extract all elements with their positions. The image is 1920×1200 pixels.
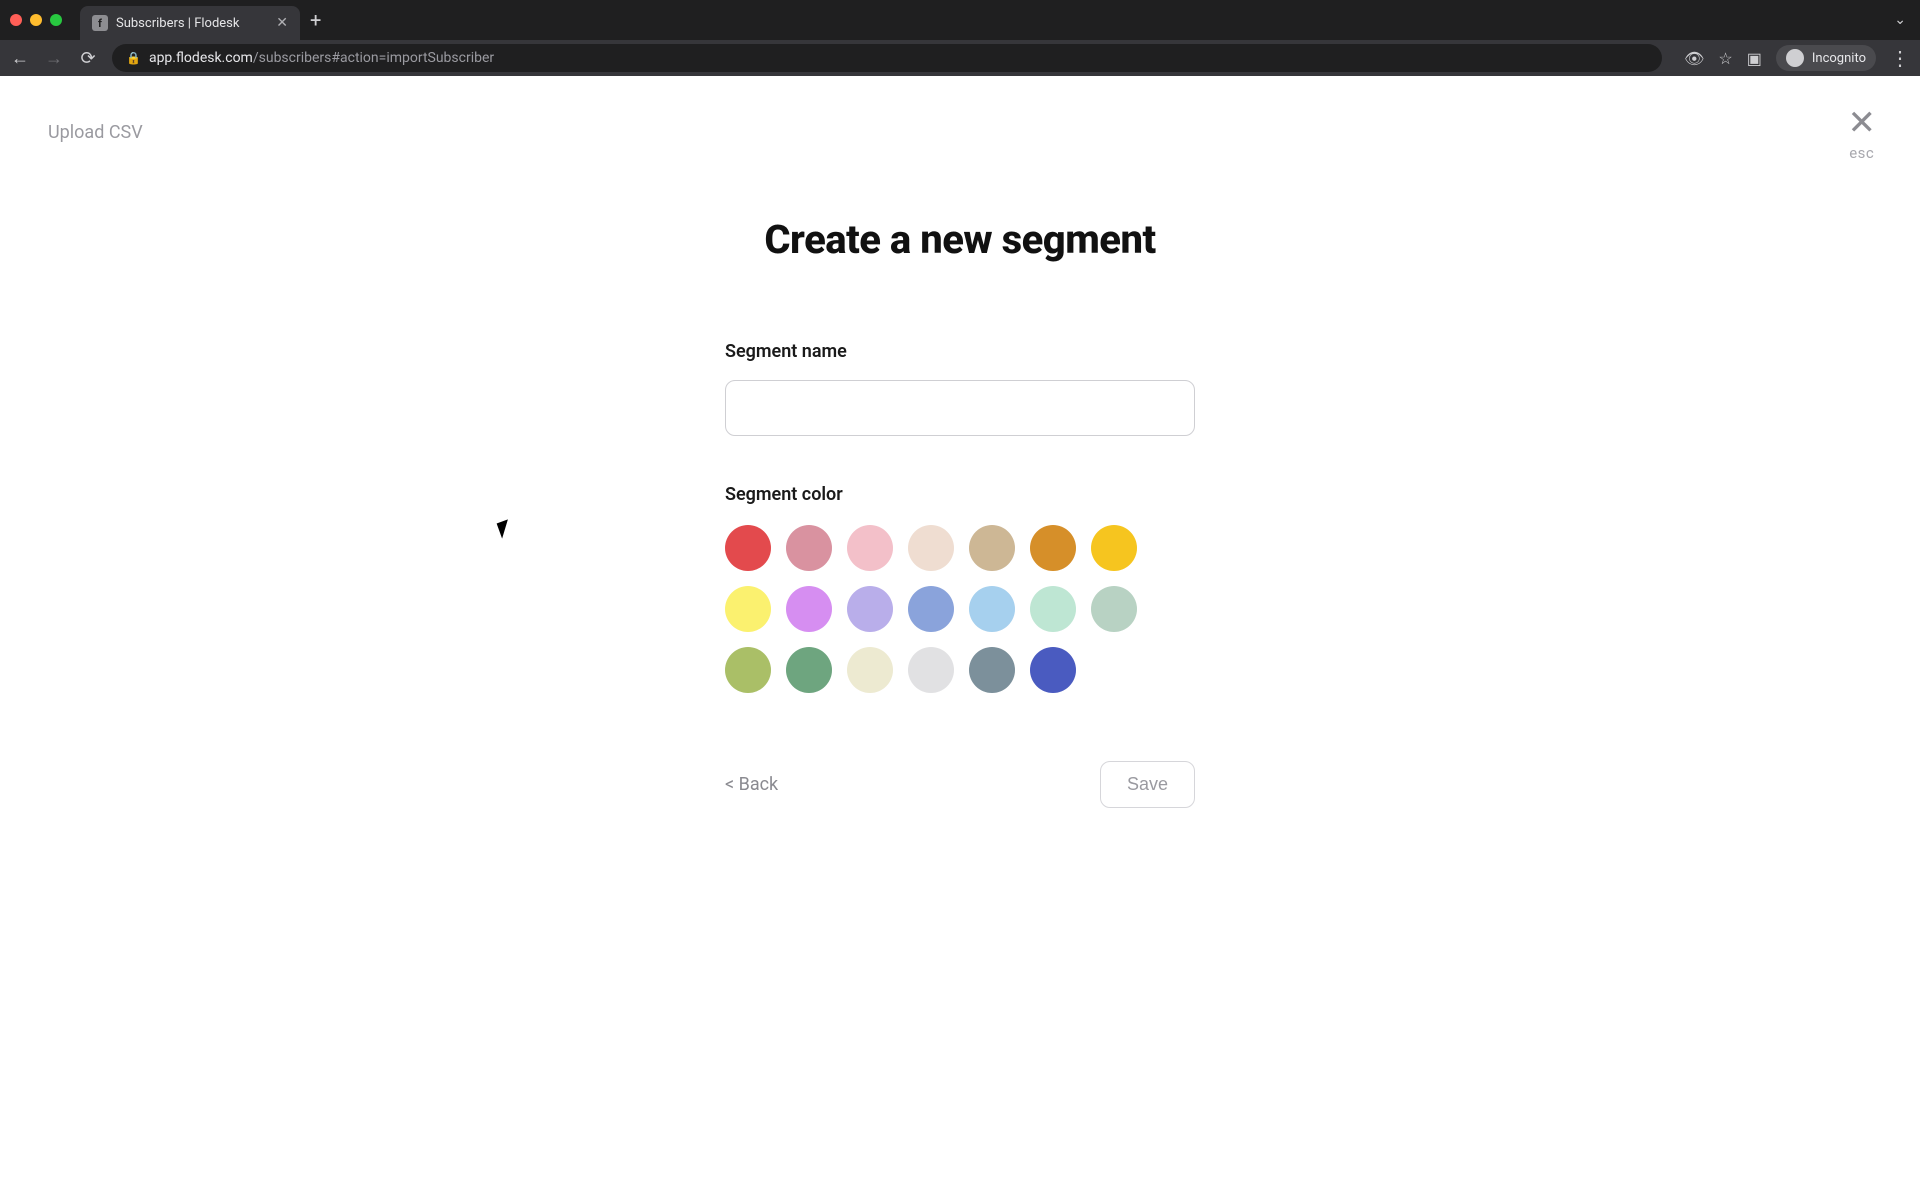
- incognito-icon: [1786, 49, 1804, 67]
- new-tab-button[interactable]: +: [310, 8, 321, 32]
- nav-back-icon[interactable]: ←: [10, 48, 30, 69]
- segment-name-label: Segment name: [725, 341, 1195, 362]
- url-host: app.flodesk.com: [149, 50, 253, 66]
- context-breadcrumb: Upload CSV: [48, 122, 143, 143]
- color-swatch-5[interactable]: [1030, 525, 1076, 571]
- color-swatch-6[interactable]: [1091, 525, 1137, 571]
- url-path: /subscribers#action=importSubscriber: [253, 50, 494, 66]
- color-swatch-9[interactable]: [847, 586, 893, 632]
- color-swatch-18[interactable]: [969, 647, 1015, 693]
- lock-icon: 🔒: [126, 51, 141, 65]
- color-swatch-3[interactable]: [908, 525, 954, 571]
- color-swatch-16[interactable]: [847, 647, 893, 693]
- window-zoom-icon[interactable]: [50, 14, 62, 26]
- nav-forward-icon: →: [44, 48, 64, 69]
- segment-name-input[interactable]: [725, 380, 1195, 436]
- color-swatch-11[interactable]: [969, 586, 1015, 632]
- page-title: Create a new segment: [725, 216, 1195, 263]
- color-swatch-19[interactable]: [1030, 647, 1076, 693]
- color-swatch-2[interactable]: [847, 525, 893, 571]
- extensions-icon[interactable]: ▣: [1747, 49, 1762, 68]
- url-text: app.flodesk.com/subscribers#action=impor…: [149, 50, 494, 66]
- toolbar-right-icons: 👁 ☆ ▣ Incognito ⋮: [1684, 45, 1910, 71]
- favicon-icon: [92, 15, 108, 31]
- color-swatch-10[interactable]: [908, 586, 954, 632]
- color-swatch-15[interactable]: [786, 647, 832, 693]
- color-swatch-13[interactable]: [1091, 586, 1137, 632]
- modal-close[interactable]: ✕ esc: [1848, 106, 1877, 162]
- form-footer: < Back Save: [725, 761, 1195, 808]
- browser-toolbar: ← → ⟳ 🔒 app.flodesk.com/subscribers#acti…: [0, 40, 1920, 76]
- window-minimize-icon[interactable]: [30, 14, 42, 26]
- eye-off-icon[interactable]: 👁: [1684, 49, 1704, 68]
- incognito-label: Incognito: [1812, 51, 1866, 66]
- color-swatch-0[interactable]: [725, 525, 771, 571]
- color-swatch-1[interactable]: [786, 525, 832, 571]
- window-controls: [10, 14, 62, 26]
- color-swatch-14[interactable]: [725, 647, 771, 693]
- form-column: Create a new segment Segment name Segmen…: [725, 76, 1195, 808]
- back-link[interactable]: < Back: [725, 774, 778, 795]
- browser-tab[interactable]: Subscribers | Flodesk ✕: [80, 6, 300, 40]
- color-swatch-4[interactable]: [969, 525, 1015, 571]
- tabs-overflow-icon[interactable]: ⌄: [1894, 12, 1906, 28]
- address-bar[interactable]: 🔒 app.flodesk.com/subscribers#action=imp…: [112, 44, 1662, 72]
- incognito-badge: Incognito: [1776, 45, 1876, 71]
- segment-color-label: Segment color: [725, 484, 1195, 505]
- nav-reload-icon[interactable]: ⟳: [78, 48, 98, 69]
- save-button[interactable]: Save: [1100, 761, 1195, 808]
- color-swatch-8[interactable]: [786, 586, 832, 632]
- color-swatch-grid: [725, 525, 1195, 693]
- color-swatch-12[interactable]: [1030, 586, 1076, 632]
- mouse-cursor-icon: [499, 521, 513, 541]
- modal-surface: Upload CSV ✕ esc Create a new segment Se…: [0, 76, 1920, 1200]
- tab-title: Subscribers | Flodesk: [116, 16, 268, 31]
- close-icon[interactable]: ✕: [1848, 106, 1877, 140]
- tab-close-icon[interactable]: ✕: [276, 16, 288, 30]
- color-swatch-17[interactable]: [908, 647, 954, 693]
- close-label: esc: [1848, 144, 1877, 162]
- bookmark-star-icon[interactable]: ☆: [1718, 49, 1732, 68]
- kebab-menu-icon[interactable]: ⋮: [1890, 55, 1910, 61]
- color-swatch-7[interactable]: [725, 586, 771, 632]
- window-close-icon[interactable]: [10, 14, 22, 26]
- browser-tab-strip: Subscribers | Flodesk ✕ + ⌄: [0, 0, 1920, 40]
